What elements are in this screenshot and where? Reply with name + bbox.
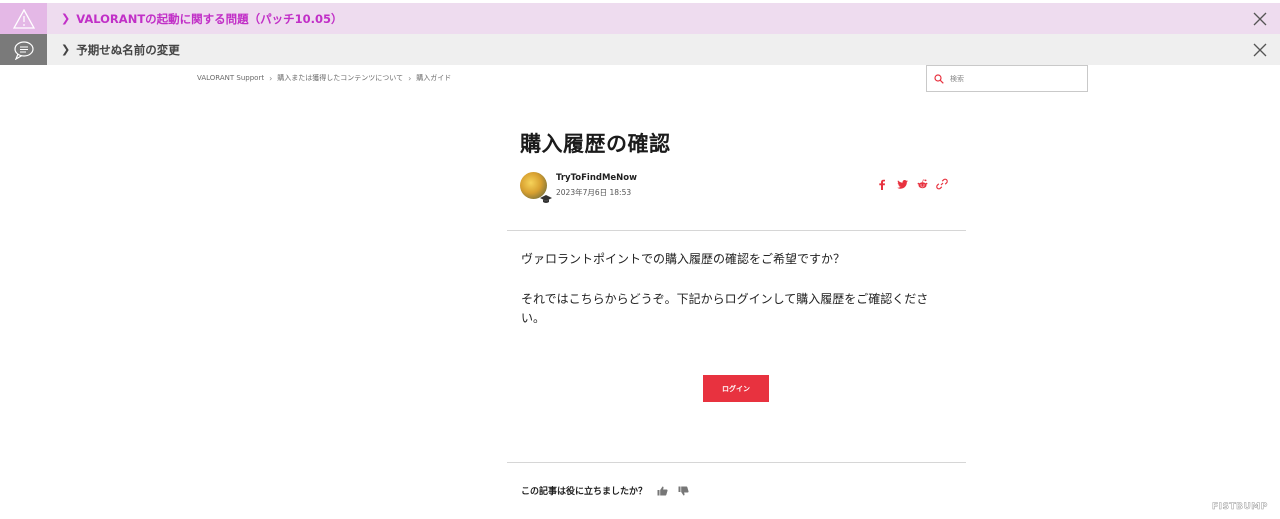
chevron-right-icon: › [269, 73, 273, 83]
breadcrumb-item-category[interactable]: 購入または獲得したコンテンツについて [277, 73, 403, 83]
close-icon[interactable] [1250, 9, 1270, 29]
search-icon [934, 73, 944, 84]
breadcrumb: VALORANT Support › 購入または獲得したコンテンツについて › … [197, 73, 451, 83]
alert-banner-name-change[interactable]: ❯ 予期せぬ名前の変更 [0, 34, 1280, 65]
thumbs-down-icon[interactable] [677, 485, 689, 497]
facebook-icon[interactable] [876, 178, 888, 190]
alert-banner-launch-issue[interactable]: ❯ VALORANTの起動に関する問題（パッチ10.05） [0, 3, 1280, 34]
alert-banner-text: 予期せぬ名前の変更 [76, 42, 180, 57]
warning-icon [12, 8, 35, 29]
article-feedback: この記事は役に立ちましたか？ [521, 484, 689, 497]
article-date: 2023年7月6日 18:53 [556, 188, 632, 197]
twitter-icon[interactable] [896, 178, 908, 190]
avatar[interactable] [520, 172, 552, 203]
page-title: 購入履歴の確認 [520, 132, 671, 156]
watermark-logo: FISTBUMP [1212, 502, 1268, 513]
share-icons [876, 178, 956, 190]
search-box[interactable] [926, 65, 1088, 92]
author-info: TryToFindMeNow 2023年7月6日 18:53 [556, 173, 637, 198]
close-icon[interactable] [1250, 40, 1270, 60]
feedback-question: この記事は役に立ちましたか？ [521, 487, 648, 497]
divider [507, 462, 966, 463]
reddit-icon[interactable] [916, 178, 928, 190]
chat-bubble-icon [13, 40, 34, 60]
search-input[interactable] [950, 74, 1080, 83]
chevron-right-icon: › [408, 73, 412, 83]
thumbs-up-icon[interactable] [656, 485, 668, 497]
divider [507, 230, 966, 231]
warning-icon-box [0, 3, 47, 34]
chevron-right-icon: ❯ [61, 12, 71, 25]
article-paragraph: それではこちらからどうぞ。下記からログインして購入履歴をご確認ください。 [521, 292, 929, 325]
article-paragraph: ヴァロラントポイントでの購入履歴の確認をご希望ですか？ [521, 252, 846, 266]
link-icon[interactable] [936, 178, 948, 190]
alert-banner-link[interactable]: ❯ 予期せぬ名前の変更 [61, 42, 1250, 58]
chat-icon-box [0, 34, 47, 65]
article-author: TryToFindMeNow 2023年7月6日 18:53 [520, 172, 637, 203]
graduation-cap-icon [540, 195, 552, 203]
author-name[interactable]: TryToFindMeNow [556, 173, 637, 183]
breadcrumb-item-home[interactable]: VALORANT Support [197, 74, 264, 82]
breadcrumb-item-section[interactable]: 購入ガイド [416, 73, 451, 83]
chevron-right-icon: ❯ [61, 43, 71, 56]
alert-banner-text: VALORANTの起動に関する問題（パッチ10.05） [76, 11, 343, 26]
alert-banner-link[interactable]: ❯ VALORANTの起動に関する問題（パッチ10.05） [61, 11, 1250, 27]
login-button[interactable]: ログイン [703, 375, 769, 402]
